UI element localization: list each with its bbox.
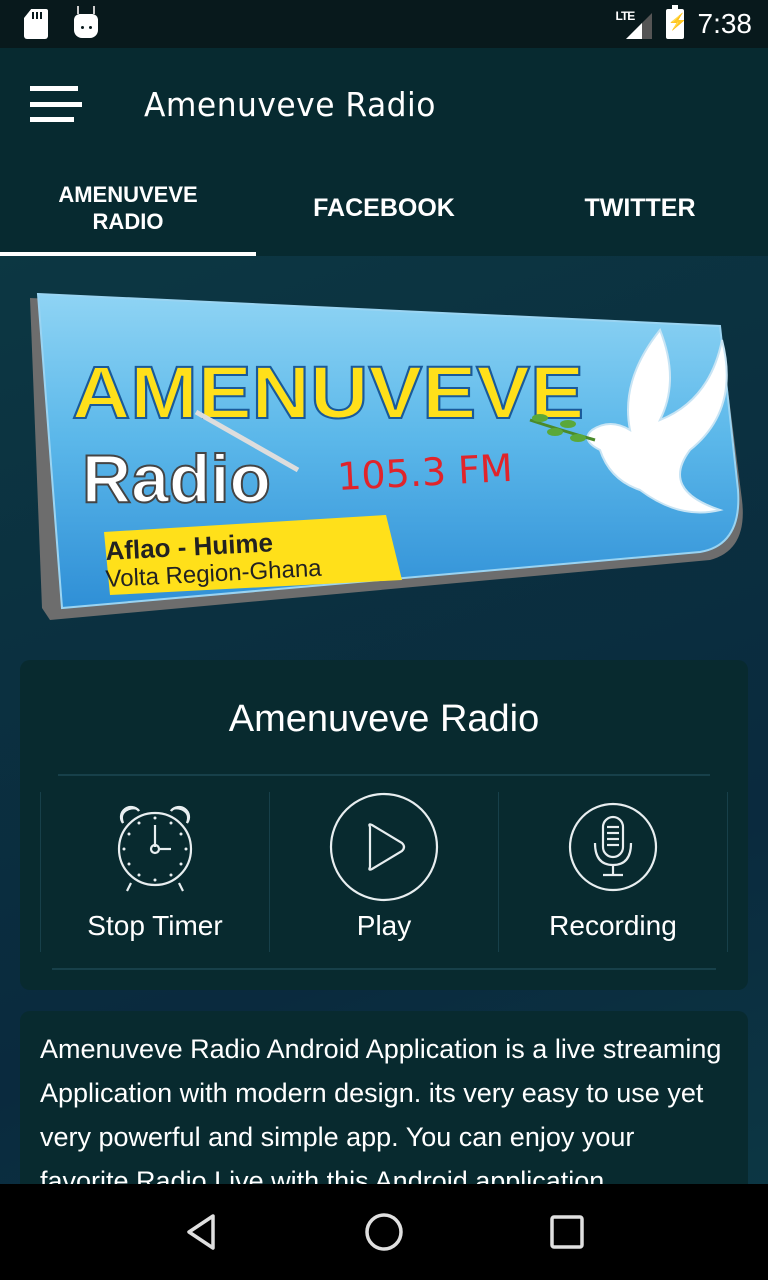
android-debug-icon [74, 6, 98, 38]
microphone-icon [568, 802, 658, 892]
recording-label: Recording [549, 910, 677, 941]
back-icon [187, 1214, 216, 1250]
recording-button[interactable]: Recording [498, 792, 728, 952]
tab-facebook[interactable]: FACEBOOK [256, 160, 512, 256]
status-bar: LTE 7:38 [0, 0, 768, 48]
play-circle-icon [329, 792, 439, 902]
home-icon [365, 1213, 403, 1251]
status-time: 7:38 [697, 8, 753, 39]
description-text: Amenuveve Radio Android Application is a… [40, 1034, 722, 1196]
back-button[interactable] [171, 1202, 231, 1262]
station-logo: AMENUVEVE Radio 105.3 FM Aflao - Huime V… [30, 292, 743, 620]
tab-label: FACEBOOK [313, 193, 455, 222]
alarm-clock-icon [117, 805, 193, 892]
tab-label-line1: AMENUVEVE [58, 182, 198, 207]
player-card: Amenuveve Radio Stop Timer Play Recordin… [20, 660, 748, 990]
divider [52, 968, 716, 970]
tab-label-line2: RADIO [92, 209, 164, 234]
system-nav-bar [0, 1184, 768, 1280]
lte-signal-icon: LTE [616, 9, 652, 39]
tab-twitter[interactable]: TWITTER [512, 160, 768, 256]
stop-timer-button[interactable]: Stop Timer [40, 792, 269, 952]
app-screen: LTE 7:38 Amenuveve Radio AMENUVEVE RADIO… [0, 0, 768, 1280]
tab-amenuveve-radio[interactable]: AMENUVEVE RADIO [0, 160, 256, 256]
hamburger-menu-icon[interactable] [30, 86, 82, 122]
recents-button[interactable] [537, 1202, 597, 1262]
tab-bar: AMENUVEVE RADIO FACEBOOK TWITTER [0, 160, 768, 256]
app-title: Amenuveve Radio [144, 84, 436, 124]
app-toolbar: Amenuveve Radio [0, 48, 768, 160]
tab-label: TWITTER [584, 193, 696, 222]
sd-card-icon [24, 9, 48, 39]
logo-frequency-text: 105.3 FM [336, 446, 514, 499]
play-button[interactable]: Play [269, 792, 498, 952]
divider [58, 774, 710, 776]
battery-charging-icon [665, 5, 687, 39]
recents-icon [549, 1215, 584, 1249]
logo-name-text: AMENUVEVE [72, 351, 584, 434]
player-controls: Stop Timer Play Recording [40, 792, 728, 952]
logo-radio-text: Radio [82, 441, 271, 517]
home-button[interactable] [354, 1202, 414, 1262]
play-label: Play [356, 910, 412, 941]
stop-timer-label: Stop Timer [87, 910, 223, 941]
station-logo-banner: AMENUVEVE Radio 105.3 FM Aflao - Huime V… [20, 290, 750, 620]
station-title: Amenuveve Radio [228, 698, 540, 740]
